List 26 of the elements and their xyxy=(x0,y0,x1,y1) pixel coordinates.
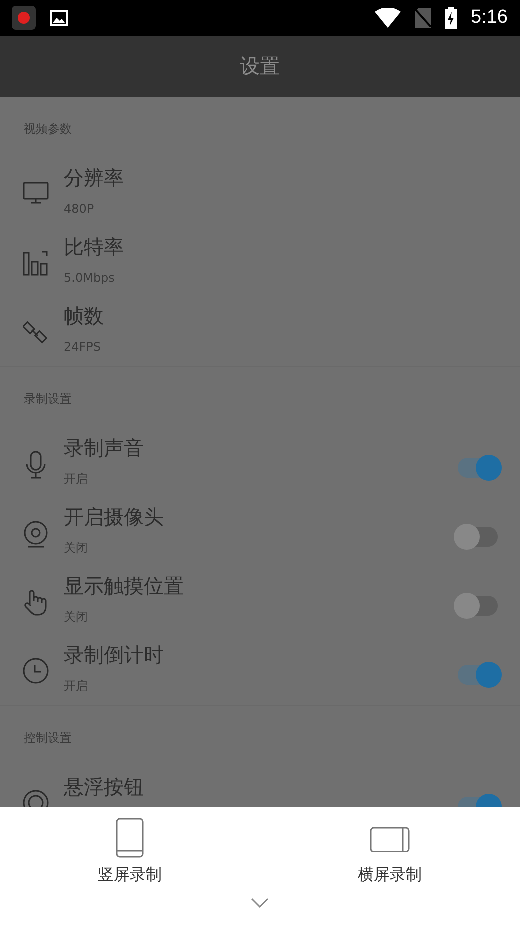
wifi-icon xyxy=(375,8,402,28)
webcam-icon xyxy=(23,520,49,548)
no-sim-icon xyxy=(415,8,432,28)
record-mode-option[interactable]: 横屏录制 xyxy=(328,817,452,886)
record-mode-option[interactable]: 竖屏录制 xyxy=(68,817,192,886)
phone-portrait-icon xyxy=(116,818,144,858)
setting-title[interactable]: 录制倒计时 xyxy=(64,642,458,668)
image-icon xyxy=(50,10,68,26)
monitor-icon xyxy=(23,181,49,205)
hand-pointer-icon xyxy=(23,589,49,617)
setting-title[interactable]: 悬浮按钮 xyxy=(64,774,458,800)
setting-title[interactable]: 录制声音 xyxy=(64,435,458,461)
screen-title: 设置 xyxy=(240,53,280,80)
bar-chart-icon xyxy=(23,250,49,276)
setting-title[interactable]: 帧数 xyxy=(64,303,498,329)
battery-charging-icon xyxy=(445,7,458,29)
chevron-down-icon[interactable] xyxy=(251,898,269,908)
status-time: 5:16 xyxy=(471,7,508,29)
microphone-icon xyxy=(25,451,47,479)
setting-title[interactable]: 显示触摸位置 xyxy=(64,573,458,599)
clock-icon xyxy=(23,658,49,684)
recorder-app-icon xyxy=(12,6,36,30)
setting-title[interactable]: 比特率 xyxy=(64,234,498,260)
setting-title[interactable]: 分辨率 xyxy=(64,165,498,191)
satellite-icon xyxy=(23,319,49,345)
setting-title[interactable]: 开启摄像头 xyxy=(64,504,458,530)
